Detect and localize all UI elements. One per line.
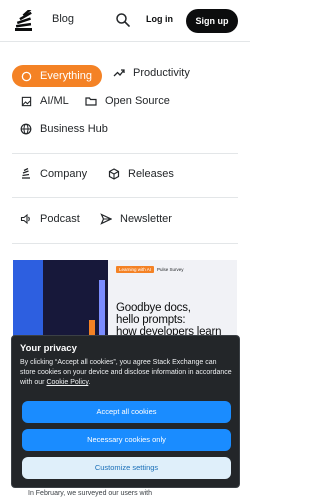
category-label: Company <box>40 168 88 180</box>
category-label: Releases <box>128 168 174 180</box>
category-releases[interactable]: Releases <box>108 168 174 180</box>
login-button[interactable]: Log in <box>146 14 173 24</box>
category-podcast[interactable]: Podcast <box>20 213 80 225</box>
search-icon[interactable] <box>115 12 131 28</box>
site-header: Blog Log in Sign up <box>0 0 250 42</box>
image-icon <box>20 95 32 107</box>
hero-badge: Learning with AI Pulse Survey <box>116 266 184 273</box>
category-newsletter[interactable]: Newsletter <box>100 213 172 225</box>
cookie-policy-link[interactable]: Cookie Policy <box>46 379 88 386</box>
accept-all-cookies-button[interactable]: Accept all cookies <box>22 401 231 423</box>
nav-divider <box>12 153 238 154</box>
featured-title[interactable]: Goodbye docs, hello prompts: how develop… <box>116 302 222 338</box>
category-label: AI/ML <box>40 95 69 107</box>
category-label: Open Source <box>105 95 170 107</box>
globe-icon <box>20 123 32 135</box>
blog-title[interactable]: Blog <box>52 13 74 25</box>
stack-overflow-logo-icon[interactable] <box>15 10 33 32</box>
consent-title: Your privacy <box>20 343 77 354</box>
customize-settings-button[interactable]: Customize settings <box>22 457 231 479</box>
nav-divider <box>12 243 238 244</box>
category-everything[interactable]: Everything <box>12 65 102 87</box>
necessary-cookies-only-button[interactable]: Necessary cookies only <box>22 429 231 451</box>
category-open-source[interactable]: Open Source <box>85 95 170 107</box>
featured-excerpt: In February, we surveyed our users with <box>28 490 152 497</box>
category-company[interactable]: Company <box>20 168 87 180</box>
circle-icon <box>20 70 32 82</box>
badge-learning: Learning with AI <box>116 266 155 273</box>
category-label: Newsletter <box>120 213 172 225</box>
category-business-hub[interactable]: Business Hub <box>20 123 108 135</box>
stack-logo-icon <box>20 168 32 180</box>
trending-up-icon <box>113 67 125 79</box>
send-icon <box>100 213 112 225</box>
folder-icon <box>85 95 97 107</box>
signup-button[interactable]: Sign up <box>186 9 238 33</box>
category-label: Productivity <box>133 67 190 79</box>
consent-text-end: . <box>88 379 91 386</box>
category-label: Business Hub <box>40 123 108 135</box>
nav-divider <box>12 197 238 198</box>
badge-survey: Pulse Survey <box>157 267 184 272</box>
cookie-consent-banner: Your privacy By clicking “Accept all coo… <box>11 335 240 488</box>
category-ai-ml[interactable]: AI/ML <box>20 95 69 107</box>
box-icon <box>108 168 120 180</box>
category-productivity[interactable]: Productivity <box>113 67 190 79</box>
category-label: Everything <box>40 70 92 82</box>
featured-title-line: Goodbye docs, <box>116 302 191 314</box>
featured-title-line: hello prompts: <box>116 314 186 326</box>
consent-body: By clicking “Accept all cookies”, you ag… <box>20 358 232 388</box>
category-label: Podcast <box>40 213 80 225</box>
speaker-icon <box>20 213 32 225</box>
